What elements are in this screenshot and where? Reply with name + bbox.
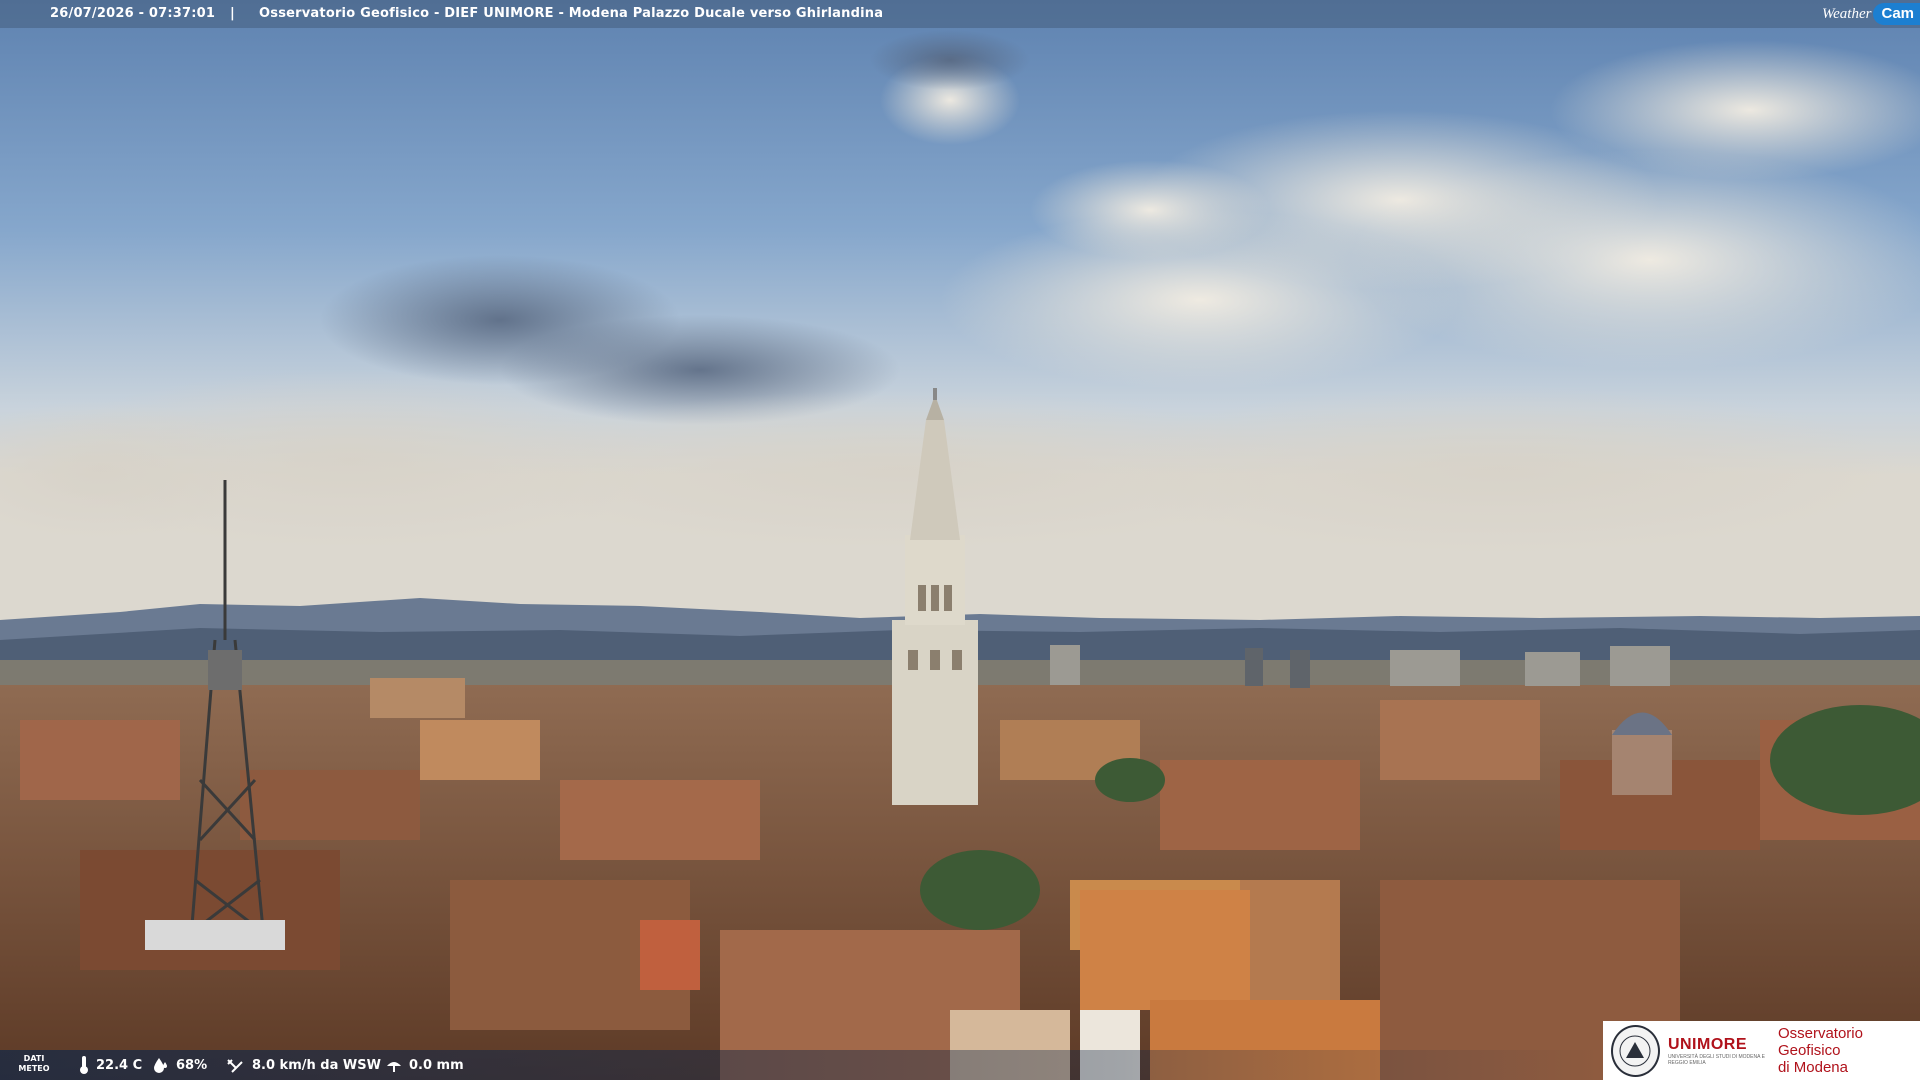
caption-bar: 26/07/2026 - 07:37:01 | Osservatorio Geo… [0,0,1920,28]
weather-data-label: DATI METEO [14,1054,54,1074]
unimore-name: UNIMORE [1667,1035,1747,1053]
unimore-name-block: UNIMORE UNIVERSITÀ DEGLI STUDI DI MODENA… [1668,1036,1768,1066]
wind-reading: 8.0 km/h da WSW [226,1050,381,1080]
observatory-line2: di Modena [1777,1059,1848,1076]
humidity-reading: 68% [152,1050,207,1080]
humidity-drop-icon [154,1058,167,1073]
rain-reading: 0.0 mm [385,1050,464,1080]
unimore-badge: UNIMORE UNIVERSITÀ DEGLI STUDI DI MODENA… [1603,1021,1920,1080]
timestamp: 26/07/2026 - 07:37:01 [50,6,216,21]
weather-label-line2: METEO [18,1064,50,1073]
wind-icon [227,1059,243,1073]
temperature-value: 22.4 C [96,1057,143,1073]
rain-gauge-icon [387,1062,401,1072]
wind-value: 8.0 km/h da WSW [252,1057,381,1073]
weather-label-line1: DATI [23,1054,45,1063]
temperature-reading: 22.4 C [78,1050,142,1080]
unimore-seal-icon [1611,1024,1660,1077]
camera-title: Osservatorio Geofisico - DIEF UNIMORE - … [259,6,884,21]
weather-data-strip: DATI METEO 22.4 C 68% 8.0 km/h da WSW 0.… [0,1050,1600,1080]
rain-value: 0.0 mm [409,1057,464,1073]
webcam-scene [0,0,1920,1080]
dome [1612,712,1672,795]
weathercam-logo-badge: Cam [1873,3,1920,25]
observatory-name: Osservatorio Geofisico di Modena [1778,1025,1920,1076]
caption-separator: | [230,6,235,21]
weathercam-logo-word: Weather [1822,5,1872,22]
observatory-line1: Osservatorio Geofisico [1777,1025,1863,1059]
weathercam-logo: Weather Cam [1822,0,1920,28]
thermometer-icon [80,1056,88,1074]
humidity-value: 68% [176,1057,208,1073]
unimore-subtitle: UNIVERSITÀ DEGLI STUDI DI MODENA E REGGI… [1667,1053,1765,1066]
